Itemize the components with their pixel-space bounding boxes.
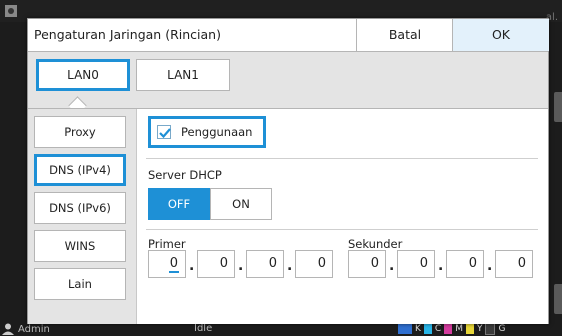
- cancel-button[interactable]: Batal: [356, 19, 453, 51]
- octet-separator: .: [389, 258, 395, 274]
- dhcp-on-button[interactable]: ON: [210, 188, 272, 220]
- primary-octet-3[interactable]: 0: [246, 250, 284, 278]
- ink-bar-g: [485, 323, 496, 335]
- user-name: Admin: [18, 323, 50, 335]
- secondary-octet-1[interactable]: 0: [348, 250, 386, 278]
- user-indicator: Admin: [2, 323, 50, 335]
- printer-status: Idle: [194, 323, 213, 334]
- user-icon: [2, 323, 14, 335]
- tab-lan1[interactable]: LAN1: [136, 59, 230, 91]
- secondary-octet-4[interactable]: 0: [495, 250, 533, 278]
- settings-content: Proxy DNS (IPv4) DNS (IPv6) WINS Lain Pe…: [28, 108, 548, 324]
- usage-label: Penggunaan: [181, 125, 253, 139]
- octet-separator: .: [438, 258, 444, 274]
- ink-label-k: K: [415, 324, 421, 334]
- ink-label-y: Y: [476, 324, 483, 334]
- sidebar-item-wins[interactable]: WINS: [34, 230, 126, 262]
- sidebar-item-lain[interactable]: Lain: [34, 268, 126, 300]
- lan-tab-bar: LAN0 LAN1: [28, 52, 548, 108]
- octet-separator: .: [287, 258, 293, 274]
- ink-bar-m: [444, 324, 453, 334]
- checkbox-check-icon: [157, 125, 171, 139]
- octet-separator: .: [487, 258, 493, 274]
- section-divider: [146, 229, 538, 230]
- octet-separator: .: [238, 258, 244, 274]
- primary-octet-1-value: 0: [168, 256, 179, 273]
- primary-octet-1[interactable]: 0: [148, 250, 186, 278]
- network-settings-dialog: Pengaturan Jaringan (Rincian) Batal OK L…: [27, 18, 549, 324]
- background-side-tab[interactable]: [554, 284, 562, 314]
- sidebar-item-dns-ipv4[interactable]: DNS (IPv4): [34, 154, 126, 186]
- secondary-octet-2[interactable]: 0: [397, 250, 435, 278]
- settings-icon: [5, 5, 17, 17]
- usage-checkbox[interactable]: Penggunaan: [148, 116, 266, 148]
- primary-octet-4[interactable]: 0: [295, 250, 333, 278]
- dhcp-off-button[interactable]: OFF: [148, 188, 210, 220]
- secondary-dns-label: Sekunder: [348, 237, 403, 251]
- octet-separator: .: [189, 258, 195, 274]
- ink-bar-k: [398, 324, 412, 334]
- dialog-title: Pengaturan Jaringan (Rincian): [34, 27, 221, 42]
- section-divider: [146, 158, 538, 159]
- secondary-octet-3[interactable]: 0: [446, 250, 484, 278]
- ink-label-c: C: [434, 324, 442, 334]
- sidebar-item-dns-ipv6[interactable]: DNS (IPv6): [34, 192, 126, 224]
- ink-label-m: M: [455, 324, 463, 334]
- sidebar: Proxy DNS (IPv4) DNS (IPv6) WINS Lain: [28, 109, 137, 324]
- dhcp-server-label: Server DHCP: [148, 168, 222, 182]
- ink-bar-y: [465, 324, 474, 334]
- ink-levels: K C M Y G: [398, 323, 505, 335]
- sidebar-item-proxy[interactable]: Proxy: [34, 116, 126, 148]
- tab-lan0[interactable]: LAN0: [36, 59, 130, 91]
- dialog-header: Pengaturan Jaringan (Rincian) Batal OK: [28, 19, 549, 52]
- primary-octet-2[interactable]: 0: [197, 250, 235, 278]
- background-side-tab[interactable]: [554, 92, 562, 122]
- ok-button[interactable]: OK: [452, 19, 549, 51]
- primary-dns-label: Primer: [148, 237, 186, 251]
- status-bar: Admin Idle K C M Y G: [0, 322, 562, 336]
- ink-label-g: G: [498, 324, 506, 334]
- ink-bar-c: [423, 324, 432, 334]
